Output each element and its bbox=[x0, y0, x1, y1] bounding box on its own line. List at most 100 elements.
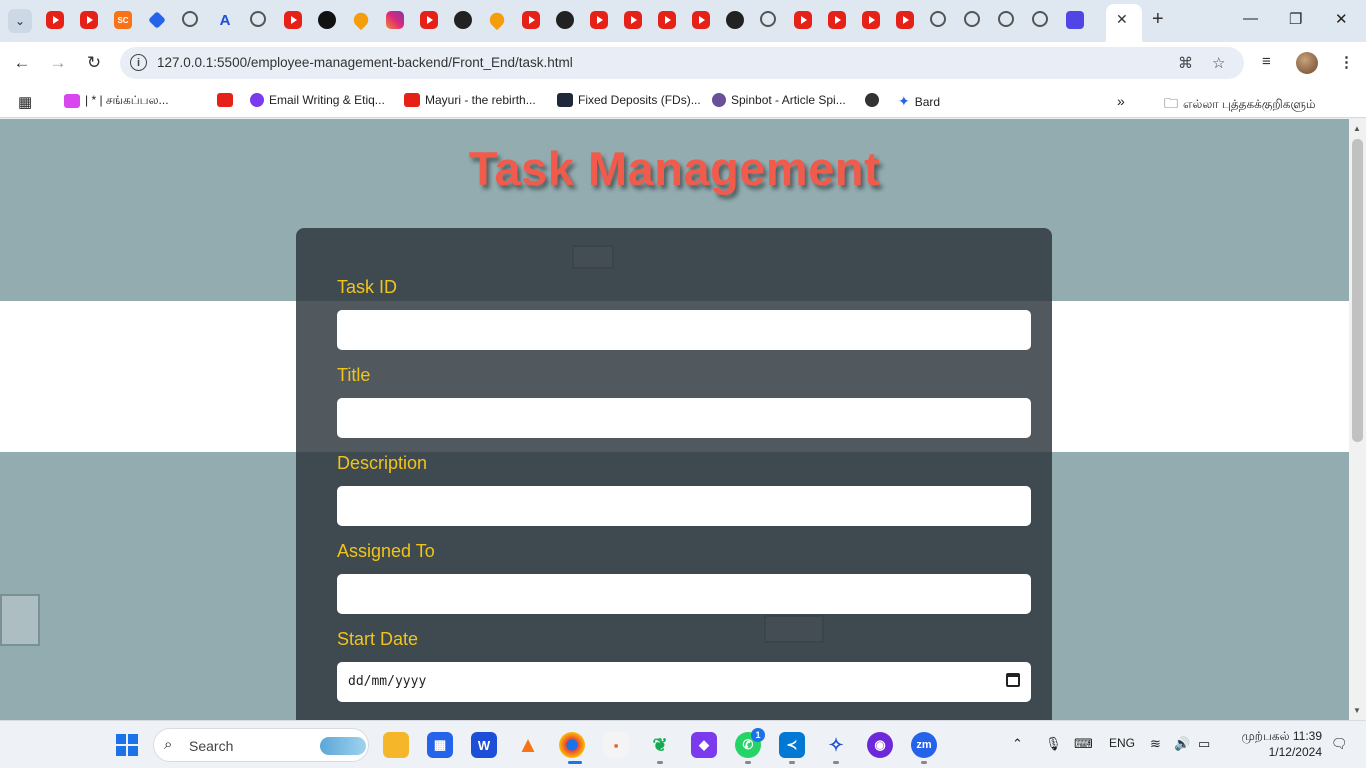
circle-icon[interactable] bbox=[318, 11, 336, 29]
close-tab-icon[interactable]: ✕ bbox=[1116, 11, 1128, 28]
vlc-icon[interactable]: ▲ bbox=[515, 732, 541, 758]
youtube-icon[interactable] bbox=[522, 11, 540, 29]
vscode-icon[interactable]: ≺ bbox=[779, 732, 805, 758]
page-scrollbar[interactable]: ▲ ▼ bbox=[1349, 119, 1366, 720]
sc-icon[interactable]: SC bbox=[114, 11, 132, 29]
instagram-icon[interactable] bbox=[386, 11, 404, 29]
site-info-icon[interactable]: i bbox=[130, 54, 147, 71]
time: முற்பகல் 11:39 bbox=[1241, 729, 1322, 743]
assigned-to-input[interactable] bbox=[337, 574, 1031, 614]
store-icon[interactable]: ▦ bbox=[427, 732, 453, 758]
youtube-icon[interactable] bbox=[590, 11, 608, 29]
globe-icon[interactable] bbox=[760, 11, 776, 27]
page-viewport: Task Management Task ID Title Descriptio… bbox=[0, 119, 1349, 720]
start-date-label: Start Date bbox=[337, 629, 419, 649]
language-indicator[interactable]: ENG bbox=[1109, 736, 1135, 750]
mongodb-icon[interactable]: ❦ bbox=[647, 732, 673, 758]
clock[interactable]: முற்பகல் 11:39 1/12/2024 bbox=[1230, 728, 1322, 760]
list-icon[interactable] bbox=[1066, 11, 1084, 29]
minimize-icon[interactable]: — bbox=[1243, 10, 1258, 27]
github-icon[interactable] bbox=[556, 11, 574, 29]
youtube-icon[interactable] bbox=[80, 11, 98, 29]
keyboard-icon[interactable]: ⌨ bbox=[1074, 736, 1093, 752]
word-icon[interactable]: W bbox=[471, 732, 497, 758]
tab-search-button[interactable]: ⌄ bbox=[8, 9, 32, 33]
bookmark-item[interactable]: Fixed Deposits (FDs)... bbox=[557, 93, 701, 107]
bookmark-item[interactable]: | * | சங்கப்பல... bbox=[64, 93, 169, 109]
back-icon[interactable]: ← bbox=[10, 51, 34, 75]
youtube-icon[interactable] bbox=[420, 11, 438, 29]
github-icon[interactable] bbox=[454, 11, 472, 29]
bookmark-item-youtube[interactable] bbox=[217, 93, 233, 107]
scroll-up-icon[interactable]: ▲ bbox=[1353, 124, 1361, 133]
all-bookmarks-folder[interactable]: 🗀 எல்லா புத்தகக்குறிகளும் bbox=[1164, 93, 1316, 117]
url-text[interactable]: 127.0.0.1:5500/employee-management-backe… bbox=[157, 55, 573, 70]
globe-icon[interactable] bbox=[1032, 11, 1048, 27]
flame-icon[interactable] bbox=[350, 9, 372, 31]
bookmark-item[interactable]: Mayuri - the rebirth... bbox=[404, 93, 536, 107]
scroll-thumb[interactable] bbox=[1352, 139, 1363, 442]
apps-grid-icon[interactable]: ▦ bbox=[18, 93, 32, 111]
forward-icon[interactable]: → bbox=[46, 51, 70, 75]
youtube-icon[interactable] bbox=[692, 11, 710, 29]
battery-icon[interactable]: ▭ bbox=[1198, 736, 1210, 752]
file-explorer-icon[interactable] bbox=[383, 732, 409, 758]
media-control-icon[interactable]: ≡ bbox=[1262, 53, 1271, 70]
running-indicator bbox=[657, 761, 663, 764]
title-input[interactable] bbox=[337, 398, 1031, 438]
task-form: Task ID Title Description Assigned To St… bbox=[296, 228, 1052, 720]
youtube-icon[interactable] bbox=[794, 11, 812, 29]
microphone-icon[interactable]: 🎙 bbox=[1045, 736, 1062, 752]
visual-studio-icon[interactable]: ◆ bbox=[691, 732, 717, 758]
globe-icon[interactable] bbox=[998, 11, 1014, 27]
bookmark-star-icon[interactable]: ☆ bbox=[1212, 54, 1225, 72]
windows-start-icon[interactable] bbox=[116, 734, 138, 756]
task-id-label: Task ID bbox=[337, 277, 398, 297]
zoom-icon[interactable]: zm bbox=[911, 732, 937, 758]
more-bookmarks-icon[interactable]: » bbox=[1117, 93, 1125, 109]
taskbar-search[interactable]: ⌕ Search bbox=[153, 728, 369, 762]
youtube-icon[interactable] bbox=[862, 11, 880, 29]
flame-icon[interactable] bbox=[486, 9, 508, 31]
close-window-icon[interactable]: ✕ bbox=[1335, 10, 1348, 28]
translate-icon[interactable]: ⌘ bbox=[1178, 54, 1193, 72]
search-icon: ⌕ bbox=[164, 736, 173, 753]
task-id-input[interactable] bbox=[337, 310, 1031, 350]
calendar-icon[interactable] bbox=[1006, 673, 1020, 687]
youtube-icon[interactable] bbox=[658, 11, 676, 29]
reload-icon[interactable]: ↻ bbox=[82, 51, 106, 75]
bookmark-item[interactable]: Spinbot - Article Spi... bbox=[712, 93, 846, 107]
youtube-icon[interactable] bbox=[284, 11, 302, 29]
start-date-input[interactable]: dd/mm/yyyy bbox=[337, 662, 1031, 702]
bookmark-item-globe[interactable] bbox=[865, 93, 879, 107]
youtube-icon[interactable] bbox=[46, 11, 64, 29]
diamond-icon[interactable] bbox=[148, 11, 166, 29]
address-bar[interactable]: i 127.0.0.1:5500/employee-management-bac… bbox=[120, 47, 1244, 79]
chrome-icon[interactable] bbox=[559, 732, 585, 758]
youtube-icon[interactable] bbox=[896, 11, 914, 29]
scroll-down-icon[interactable]: ▼ bbox=[1353, 706, 1361, 715]
notifications-icon[interactable]: 🗨 bbox=[1331, 736, 1348, 752]
chevron-up-icon[interactable]: ⌃ bbox=[1012, 736, 1023, 752]
bookmark-label: Email Writing & Etiq... bbox=[269, 93, 385, 107]
globe-icon[interactable] bbox=[930, 11, 946, 27]
bookmark-item[interactable]: Email Writing & Etiq... bbox=[250, 93, 385, 107]
globe-icon[interactable] bbox=[964, 11, 980, 27]
profile-avatar[interactable] bbox=[1296, 52, 1318, 74]
youtube-icon[interactable] bbox=[624, 11, 642, 29]
bookmark-item[interactable]: ✦ Bard bbox=[898, 93, 940, 110]
powerpoint-icon[interactable]: ▪ bbox=[603, 732, 629, 758]
github-desktop-icon[interactable]: ◉ bbox=[867, 732, 893, 758]
globe-icon[interactable] bbox=[250, 11, 266, 27]
youtube-icon[interactable] bbox=[828, 11, 846, 29]
new-tab-button[interactable]: + bbox=[1152, 8, 1164, 31]
description-input[interactable] bbox=[337, 486, 1031, 526]
volume-icon[interactable]: 🔊 bbox=[1174, 736, 1190, 752]
wifi-icon[interactable]: ≋ bbox=[1150, 736, 1161, 752]
azure-icon[interactable]: A bbox=[216, 11, 234, 29]
restore-icon[interactable]: ❐ bbox=[1289, 10, 1302, 28]
app-icon[interactable]: ✧ bbox=[823, 732, 849, 758]
globe-icon[interactable] bbox=[182, 11, 198, 27]
menu-icon[interactable]: ⋮ bbox=[1339, 53, 1354, 71]
github-icon[interactable] bbox=[726, 11, 744, 29]
